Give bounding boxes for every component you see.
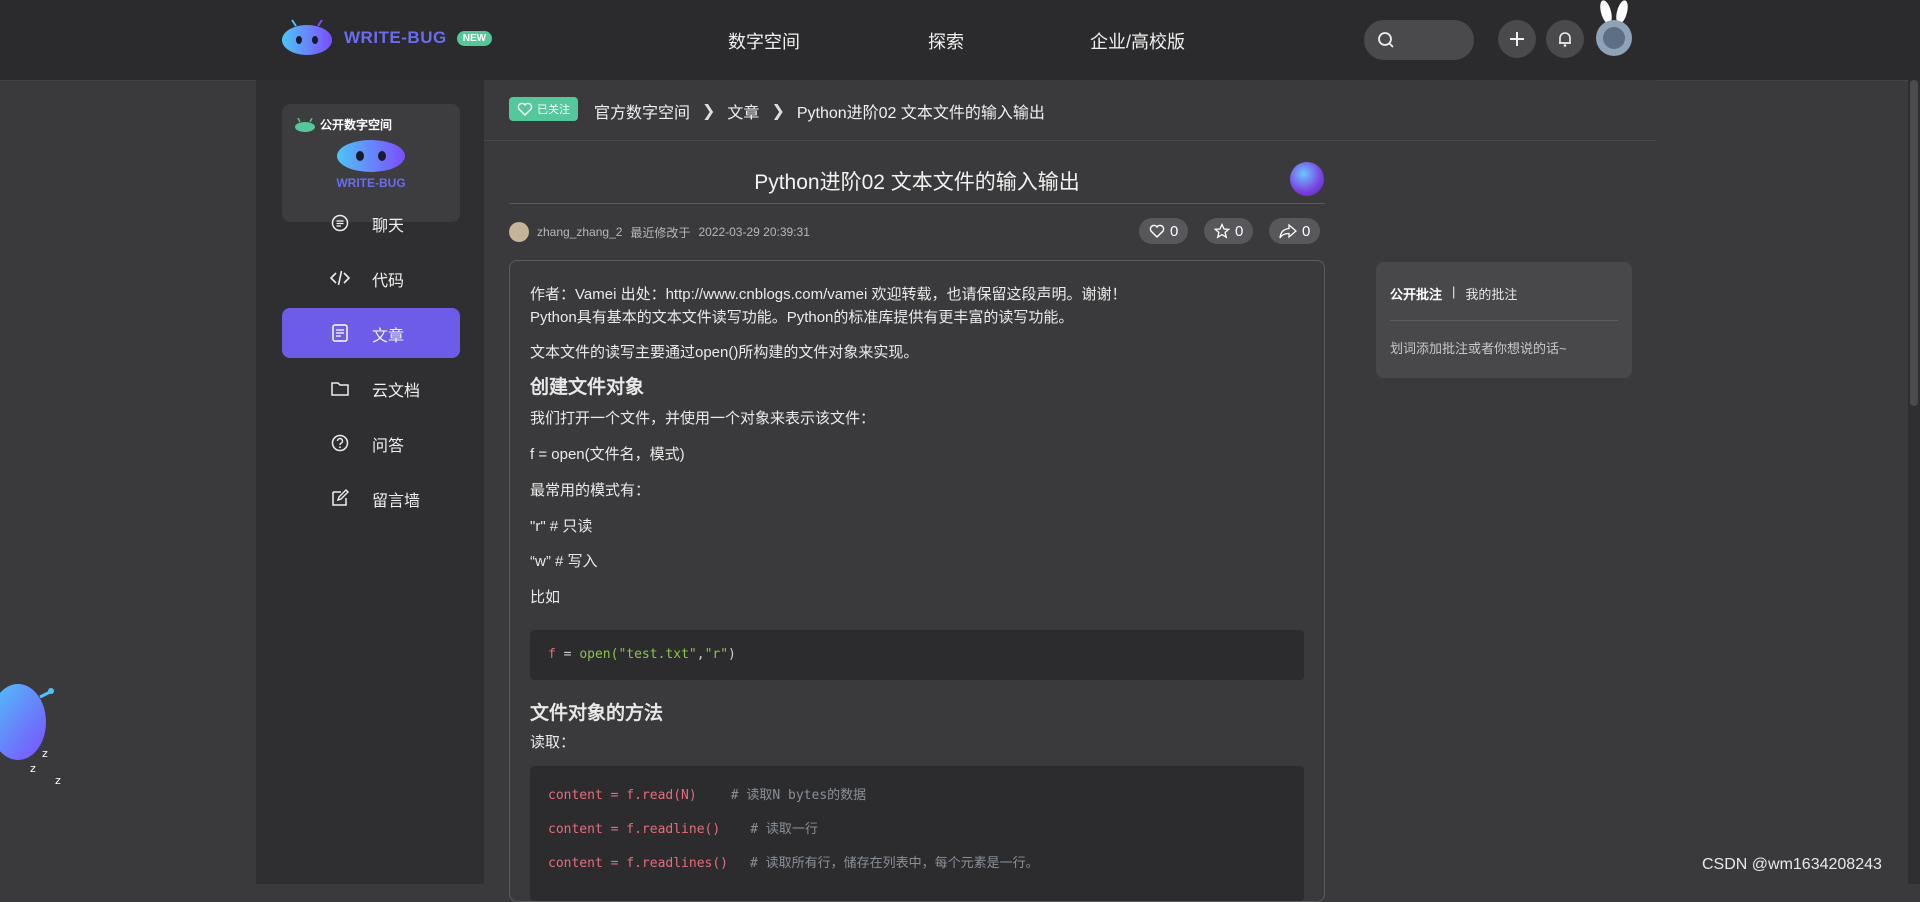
floating-mascot-icon[interactable]: z z z (0, 662, 70, 792)
title-divider (509, 203, 1325, 204)
paragraph: Python具有基本的文本文件读写功能。Python的标准库提供有更丰富的读写功… (530, 309, 1074, 326)
question-icon (331, 434, 349, 452)
breadcrumb-item-article[interactable]: 文章 (727, 99, 759, 123)
svg-text:z: z (30, 762, 36, 775)
logo-text: WRITE-BUG (344, 28, 447, 47)
breadcrumb-item-space[interactable]: 官方数字空间 (594, 99, 690, 123)
breadcrumb: 官方数字空间 ❯ 文章 ❯ Python进阶02 文本文件的输入输出 (594, 99, 1045, 123)
mascot-small-icon (295, 117, 315, 132)
code-line: content = f.readlines() # 读取所有行，储存在列表中，每个… (548, 856, 1039, 871)
article-body: 作者：Vamei 出处：http://www.cnblogs.com/vamei… (509, 260, 1325, 902)
paragraph: “w” # 写入 (530, 553, 598, 570)
paragraph: 比如 (530, 589, 561, 606)
sidebar-item-label: 聊天 (372, 218, 405, 235)
left-sidebar: 公开数字空间 WRITE-BUG 聊天 代码 文章 云文档 问答 留言墙 (256, 80, 484, 884)
sidebar-item-qa[interactable]: 问答 (282, 418, 460, 468)
code-block[interactable]: f = open("test.txt","r") (530, 630, 1304, 680)
search-box[interactable] (1364, 20, 1474, 60)
nav-explore[interactable]: 探索 (928, 28, 964, 54)
author-name[interactable]: zhang_zhang_2 (537, 225, 622, 239)
paragraph: 作者：Vamei 出处：http://www.cnblogs.com/vamei… (530, 286, 1127, 303)
edit-icon (332, 489, 349, 506)
follow-label: 已关注 (537, 104, 570, 116)
chevron-right-icon: ❯ (771, 103, 785, 120)
page-scrollbar[interactable] (1908, 80, 1920, 884)
sidebar-item-label: 代码 (372, 273, 405, 290)
chat-icon (331, 214, 349, 232)
heart-icon (517, 102, 533, 116)
code-line: content = f.readline() # 读取一行 (548, 822, 818, 837)
annotation-panel: 公开批注 | 我的批注 划词添加批注或者你想说的话~ (1376, 262, 1632, 378)
watermark: CSDN @wm1634208243 (1702, 856, 1882, 873)
code-block[interactable]: content = f.read(N) # 读取N bytes的数据 conten… (530, 766, 1304, 901)
section-heading: 文件对象的方法 (530, 703, 664, 724)
chevron-right-icon: ❯ (702, 103, 716, 120)
annotation-divider (1390, 320, 1618, 321)
star-icon (1214, 223, 1230, 239)
code-line: f = open("test.txt","r") (548, 647, 736, 662)
paragraph: 读取： (530, 734, 576, 751)
sidebar-item-label: 云文档 (372, 383, 421, 400)
breadcrumb-bar: 已关注 官方数字空间 ❯ 文章 ❯ Python进阶02 文本文件的输入输出 (484, 80, 1656, 141)
sidebar-item-code[interactable]: 代码 (282, 253, 460, 303)
favorite-count: 0 (1235, 222, 1244, 240)
orb-icon[interactable] (1290, 162, 1324, 196)
mascot-logo-icon (282, 19, 332, 55)
share-icon (1279, 223, 1297, 239)
user-avatar[interactable] (1594, 0, 1634, 58)
share-count: 0 (1302, 222, 1311, 240)
code-icon (330, 270, 350, 286)
modified-label: 最近修改于 (630, 225, 691, 240)
sidebar-item-label: 留言墙 (372, 493, 421, 510)
sidebar-item-label: 文章 (372, 328, 405, 345)
main-content: 已关注 官方数字空间 ❯ 文章 ❯ Python进阶02 文本文件的输入输出 P… (484, 80, 1656, 902)
top-bar: WRITE-BUG NEW 数字空间 探索 企业/高校版 (0, 0, 1920, 81)
paragraph: f = open(文件名，模式) (530, 446, 685, 463)
nav-digital-space[interactable]: 数字空间 (728, 28, 800, 54)
like-button[interactable]: 0 (1139, 218, 1189, 244)
code-line: content = f.read(N) # 读取N bytes的数据 (548, 788, 867, 803)
annotation-hint: 划词添加批注或者你想说的话~ (1390, 341, 1567, 356)
author-avatar[interactable] (509, 222, 529, 242)
space-mascot-icon (337, 140, 405, 172)
share-button[interactable]: 0 (1269, 218, 1321, 244)
page-title: Python进阶02 文本文件的输入输出 (754, 171, 1080, 194)
follow-button[interactable]: 已关注 (509, 97, 578, 121)
space-logo-text: WRITE-BUG (336, 176, 406, 190)
article-icon (332, 324, 348, 342)
tab-my-annotations[interactable]: 我的批注 (1465, 284, 1517, 303)
modified-time: 2022-03-29 20:39:31 (698, 225, 810, 239)
sidebar-item-label: 问答 (372, 438, 405, 455)
favorite-button[interactable]: 0 (1204, 218, 1254, 244)
sidebar-item-message-wall[interactable]: 留言墙 (282, 473, 460, 523)
notification-button[interactable] (1546, 20, 1584, 58)
svg-text:z: z (42, 747, 48, 760)
logo[interactable]: WRITE-BUG NEW (280, 18, 493, 58)
plus-icon (1510, 32, 1524, 46)
heart-icon (1149, 224, 1165, 238)
search-icon (1378, 32, 1394, 48)
bell-icon (1559, 32, 1571, 47)
paragraph: 文本文件的读写主要通过open()所构建的文件对象来实现。 (530, 344, 919, 361)
article-meta: zhang_zhang_2 最近修改于 2022-03-29 20:39:31 (509, 222, 810, 242)
paragraph: 最常用的模式有： (530, 482, 651, 499)
tab-public-annotations[interactable]: 公开批注 (1390, 284, 1442, 303)
annotation-tabs: 公开批注 | 我的批注 (1390, 284, 1517, 303)
section-heading: 创建文件对象 (530, 377, 645, 398)
nav-enterprise[interactable]: 企业/高校版 (1090, 28, 1185, 54)
sidebar-item-cloud-docs[interactable]: 云文档 (282, 363, 460, 413)
add-button[interactable] (1498, 20, 1536, 58)
paragraph: 我们打开一个文件，并使用一个对象来表示该文件： (530, 410, 876, 427)
breadcrumb-item-current: Python进阶02 文本文件的输入输出 (796, 105, 1045, 122)
new-badge: NEW (456, 30, 493, 46)
paragraph: "r" # 只读 (530, 518, 593, 535)
sidebar-item-article[interactable]: 文章 (282, 308, 460, 358)
like-count: 0 (1170, 222, 1179, 240)
svg-text:z: z (55, 774, 61, 787)
folder-icon (331, 382, 349, 396)
scrollbar-thumb[interactable] (1910, 80, 1918, 406)
sidebar-item-chat[interactable]: 聊天 (282, 198, 460, 248)
tab-separator: | (1452, 284, 1456, 299)
